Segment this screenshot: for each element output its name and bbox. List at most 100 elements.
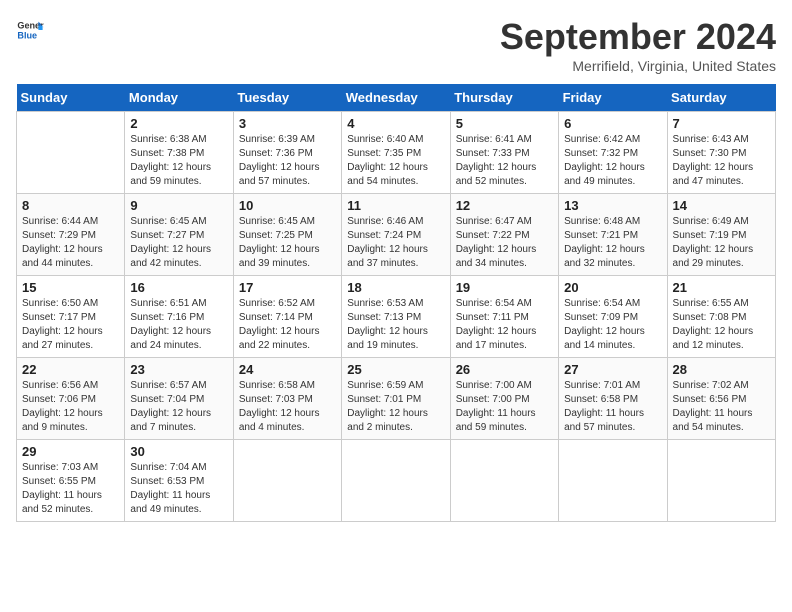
header-friday: Friday [559, 84, 667, 112]
day-info: Sunrise: 6:43 AMSunset: 7:30 PMDaylight:… [673, 133, 770, 189]
sunrise-text: Sunrise: 6:42 AM [564, 134, 640, 145]
sunrise-text: Sunrise: 6:54 AM [564, 298, 640, 309]
daylight-text: Daylight: 12 hours and 17 minutes. [456, 326, 537, 351]
sunset-text: Sunset: 7:19 PM [673, 230, 747, 241]
calendar-empty-cell [559, 440, 667, 522]
day-info: Sunrise: 6:40 AMSunset: 7:35 PMDaylight:… [347, 133, 444, 189]
sunset-text: Sunset: 7:16 PM [130, 312, 204, 323]
day-number: 5 [456, 116, 553, 131]
calendar-day-7: 7Sunrise: 6:43 AMSunset: 7:30 PMDaylight… [667, 112, 775, 194]
daylight-text: Daylight: 12 hours and 44 minutes. [22, 244, 103, 269]
daylight-text: Daylight: 12 hours and 29 minutes. [673, 244, 754, 269]
day-info: Sunrise: 6:48 AMSunset: 7:21 PMDaylight:… [564, 215, 661, 271]
calendar-day-29: 29Sunrise: 7:03 AMSunset: 6:55 PMDayligh… [17, 440, 125, 522]
sunrise-text: Sunrise: 6:40 AM [347, 134, 423, 145]
sunrise-text: Sunrise: 6:59 AM [347, 380, 423, 391]
header-monday: Monday [125, 84, 233, 112]
sunrise-text: Sunrise: 6:41 AM [456, 134, 532, 145]
sunrise-text: Sunrise: 6:46 AM [347, 216, 423, 227]
sunrise-text: Sunrise: 6:56 AM [22, 380, 98, 391]
day-number: 13 [564, 198, 661, 213]
header-wednesday: Wednesday [342, 84, 450, 112]
daylight-text: Daylight: 12 hours and 42 minutes. [130, 244, 211, 269]
day-info: Sunrise: 6:44 AMSunset: 7:29 PMDaylight:… [22, 215, 119, 271]
day-number: 19 [456, 280, 553, 295]
day-info: Sunrise: 6:46 AMSunset: 7:24 PMDaylight:… [347, 215, 444, 271]
day-number: 17 [239, 280, 336, 295]
calendar-day-13: 13 Sunrise: 6:48 AMSunset: 7:21 PMDayligh… [559, 194, 667, 276]
daylight-text: Daylight: 12 hours and 37 minutes. [347, 244, 428, 269]
calendar-table: Sunday Monday Tuesday Wednesday Thursday… [16, 84, 776, 522]
day-number: 30 [130, 444, 227, 459]
day-info: Sunrise: 6:49 AMSunset: 7:19 PMDaylight:… [673, 215, 770, 271]
calendar-day-18: 18 Sunrise: 6:53 AMSunset: 7:13 PMDayligh… [342, 276, 450, 358]
day-number: 15 [22, 280, 119, 295]
day-info: Sunrise: 6:50 AMSunset: 7:17 PMDaylight:… [22, 297, 119, 353]
day-number: 16 [130, 280, 227, 295]
day-number: 27 [564, 362, 661, 377]
daylight-text: Daylight: 11 hours and 59 minutes. [456, 408, 536, 433]
day-number: 2 [130, 116, 227, 131]
daylight-text: Daylight: 12 hours and 27 minutes. [22, 326, 103, 351]
day-info: Sunrise: 7:00 AMSunset: 7:00 PMDaylight:… [456, 379, 553, 435]
calendar-week-row: 29Sunrise: 7:03 AMSunset: 6:55 PMDayligh… [17, 440, 776, 522]
sunset-text: Sunset: 7:14 PM [239, 312, 313, 323]
page-header: General Blue September 2024 Merrifield, … [16, 16, 776, 74]
day-number: 24 [239, 362, 336, 377]
daylight-text: Daylight: 12 hours and 32 minutes. [564, 244, 645, 269]
calendar-empty-cell [667, 440, 775, 522]
day-number: 18 [347, 280, 444, 295]
day-number: 20 [564, 280, 661, 295]
day-info: Sunrise: 6:53 AMSunset: 7:13 PMDaylight:… [347, 297, 444, 353]
sunset-text: Sunset: 7:30 PM [673, 148, 747, 159]
day-info: Sunrise: 7:01 AMSunset: 6:58 PMDaylight:… [564, 379, 661, 435]
sunrise-text: Sunrise: 6:57 AM [130, 380, 206, 391]
sunrise-text: Sunrise: 7:04 AM [130, 462, 206, 473]
calendar-day-28: 28Sunrise: 7:02 AMSunset: 6:56 PMDayligh… [667, 358, 775, 440]
calendar-day-6: 6Sunrise: 6:42 AMSunset: 7:32 PMDaylight… [559, 112, 667, 194]
day-info: Sunrise: 6:45 AMSunset: 7:27 PMDaylight:… [130, 215, 227, 271]
general-blue-logo-icon: General Blue [16, 16, 44, 44]
daylight-text: Daylight: 12 hours and 49 minutes. [564, 162, 645, 187]
sunset-text: Sunset: 7:11 PM [456, 312, 529, 323]
sunrise-text: Sunrise: 6:44 AM [22, 216, 98, 227]
title-block: September 2024 Merrifield, Virginia, Uni… [500, 16, 776, 74]
calendar-day-26: 26Sunrise: 7:00 AMSunset: 7:00 PMDayligh… [450, 358, 558, 440]
daylight-text: Daylight: 12 hours and 7 minutes. [130, 408, 211, 433]
calendar-day-22: 22Sunrise: 6:56 AMSunset: 7:06 PMDayligh… [17, 358, 125, 440]
sunset-text: Sunset: 7:27 PM [130, 230, 204, 241]
calendar-day-4: 4 Sunrise: 6:40 AMSunset: 7:35 PMDaylight… [342, 112, 450, 194]
sunset-text: Sunset: 7:33 PM [456, 148, 530, 159]
day-number: 21 [673, 280, 770, 295]
sunrise-text: Sunrise: 7:03 AM [22, 462, 98, 473]
sunset-text: Sunset: 7:22 PM [456, 230, 530, 241]
daylight-text: Daylight: 12 hours and 54 minutes. [347, 162, 428, 187]
day-number: 29 [22, 444, 119, 459]
day-number: 12 [456, 198, 553, 213]
daylight-text: Daylight: 12 hours and 34 minutes. [456, 244, 537, 269]
daylight-text: Daylight: 12 hours and 57 minutes. [239, 162, 320, 187]
daylight-text: Daylight: 12 hours and 24 minutes. [130, 326, 211, 351]
daylight-text: Daylight: 11 hours and 57 minutes. [564, 408, 644, 433]
calendar-day-15: 15 Sunrise: 6:50 AMSunset: 7:17 PMDayligh… [17, 276, 125, 358]
calendar-empty-cell [450, 440, 558, 522]
weekday-header-row: Sunday Monday Tuesday Wednesday Thursday… [17, 84, 776, 112]
day-number: 4 [347, 116, 444, 131]
day-info: Sunrise: 7:04 AMSunset: 6:53 PMDaylight:… [130, 461, 227, 517]
calendar-day-17: 17Sunrise: 6:52 AMSunset: 7:14 PMDayligh… [233, 276, 341, 358]
sunrise-text: Sunrise: 6:54 AM [456, 298, 532, 309]
calendar-day-11: 11Sunrise: 6:46 AMSunset: 7:24 PMDayligh… [342, 194, 450, 276]
sunrise-text: Sunrise: 6:38 AM [130, 134, 206, 145]
calendar-day-10: 10Sunrise: 6:45 AMSunset: 7:25 PMDayligh… [233, 194, 341, 276]
sunset-text: Sunset: 7:03 PM [239, 394, 313, 405]
calendar-day-23: 23Sunrise: 6:57 AMSunset: 7:04 PMDayligh… [125, 358, 233, 440]
daylight-text: Daylight: 12 hours and 52 minutes. [456, 162, 537, 187]
sunset-text: Sunset: 7:38 PM [130, 148, 204, 159]
calendar-day-19: 19 Sunrise: 6:54 AM Sunset: 7:11 PM Dayligh… [450, 276, 558, 358]
sunset-text: Sunset: 7:00 PM [456, 394, 530, 405]
sunrise-text: Sunrise: 6:45 AM [239, 216, 315, 227]
calendar-day-14: 14Sunrise: 6:49 AMSunset: 7:19 PMDayligh… [667, 194, 775, 276]
header-tuesday: Tuesday [233, 84, 341, 112]
sunset-text: Sunset: 6:58 PM [564, 394, 638, 405]
sunrise-text: Sunrise: 6:55 AM [673, 298, 749, 309]
